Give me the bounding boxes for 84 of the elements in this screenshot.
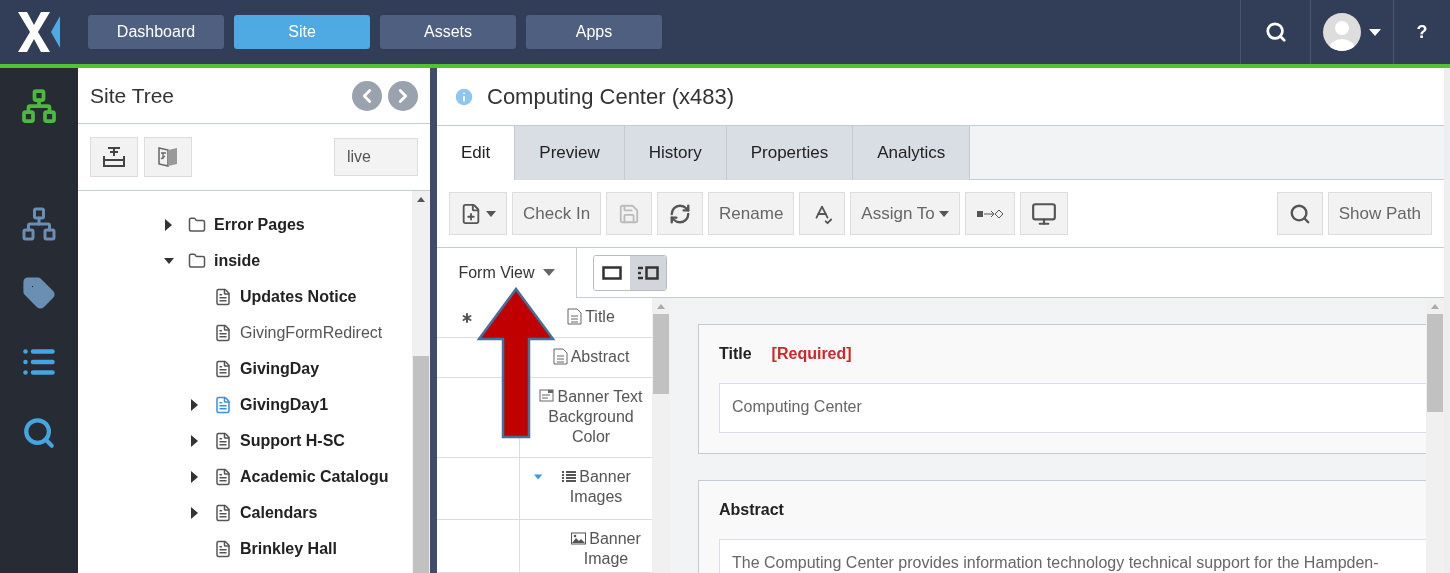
monitor-icon [1030,200,1057,227]
search-icon [1288,202,1311,225]
list-icon [561,468,577,485]
tab[interactable]: Edit [437,126,516,180]
expand-icon[interactable] [190,507,200,519]
outline-item[interactable]: Banner Image [564,529,648,569]
spellcheck-button[interactable] [799,192,846,235]
scrollbar[interactable] [652,298,670,573]
text-field[interactable]: The Computing Center provides information technology technical support for the Hampden- [719,539,1426,573]
new-file-button[interactable] [449,192,507,235]
translate-button[interactable] [144,137,192,177]
tree-item[interactable]: Calendars [240,504,318,522]
help-button[interactable]: ? [1410,20,1434,44]
tree-item[interactable]: GivingFormRedirect [240,324,383,342]
info-icon [453,85,475,108]
caret-icon [938,210,949,217]
tree-item[interactable]: Academic Catalogu [240,468,389,486]
nav-tab[interactable]: Assets [380,15,516,49]
tree-item[interactable]: Brinkley Hall [240,540,337,558]
caret-icon[interactable] [1369,28,1381,36]
search-icon[interactable] [22,416,56,450]
text-field[interactable]: Computing Center [719,383,1426,433]
form-icon [539,388,555,405]
connector-icon [975,207,1004,220]
tree-item[interactable]: Updates Notice [240,288,357,306]
caret-icon [486,210,496,217]
panel-icon [602,265,622,280]
image-icon [571,530,587,547]
expand-icon[interactable] [190,435,200,447]
expand-icon[interactable] [164,219,174,231]
refresh-button[interactable] [657,192,704,235]
nav-tab[interactable]: Dashboard [88,15,224,49]
avatar[interactable] [1323,13,1361,51]
tab[interactable]: Analytics [853,126,971,180]
outline-item[interactable]: Banner Images [544,467,648,507]
split-view-icon [637,265,659,280]
branch-field[interactable]: live [334,138,418,176]
monitor-button[interactable] [1019,192,1068,235]
tray-icon [102,146,126,168]
tag-icon[interactable] [22,276,56,310]
panel-title: Site Tree [90,83,175,108]
outline-item[interactable]: Title [567,307,615,327]
logo-icon [18,12,60,52]
next-button[interactable] [388,80,418,111]
document-icon [552,348,568,365]
outline-item[interactable]: Banner Text Background Color [534,387,648,447]
toolbar-button[interactable]: Rename [708,192,795,235]
tree-item[interactable]: GivingDay1 [240,396,329,414]
scrollbar[interactable] [1426,298,1444,573]
tree-item[interactable]: Support H-SC [240,432,345,450]
tab[interactable]: History [624,126,727,180]
required-label: [Required] [771,345,852,363]
view-dropdown[interactable]: Form View [437,247,577,298]
tree-item[interactable]: GivingDay [240,360,320,378]
field-label: Title [719,345,752,363]
publish-button[interactable] [90,137,138,177]
tab[interactable]: Preview [515,126,625,180]
document-icon [567,308,583,325]
file-plus-icon [460,202,482,225]
previous-button[interactable] [352,80,382,111]
field-label: Abstract [719,501,784,519]
outline-item[interactable]: Abstract [552,347,630,367]
search-button[interactable] [1276,192,1323,235]
search-icon[interactable] [1264,21,1287,43]
toolbar-button[interactable]: Show Path [1327,192,1432,235]
translate-icon [156,145,180,169]
page-title: Computing Center (x483) [487,83,734,110]
layout-toggle[interactable] [630,255,666,290]
toolbar-button[interactable]: Check In [512,192,602,235]
expand-icon[interactable] [190,399,200,411]
caret-icon [542,269,555,276]
assign-menu-button[interactable]: Assign To [850,192,960,235]
expand-icon[interactable] [190,471,200,483]
link-button[interactable] [964,192,1015,235]
sitemap-icon[interactable] [21,88,57,124]
refresh-icon [669,202,692,225]
tab[interactable]: Properties [726,126,854,180]
scroll-up-icon[interactable] [417,197,425,202]
scrollbar[interactable] [412,191,430,573]
sitemap-icon[interactable] [21,206,57,242]
tree-item[interactable]: inside [214,252,261,270]
nav-tab[interactable]: Apps [526,15,662,49]
tree-item[interactable]: Error Pages [214,216,305,234]
floppy-icon [618,202,641,225]
